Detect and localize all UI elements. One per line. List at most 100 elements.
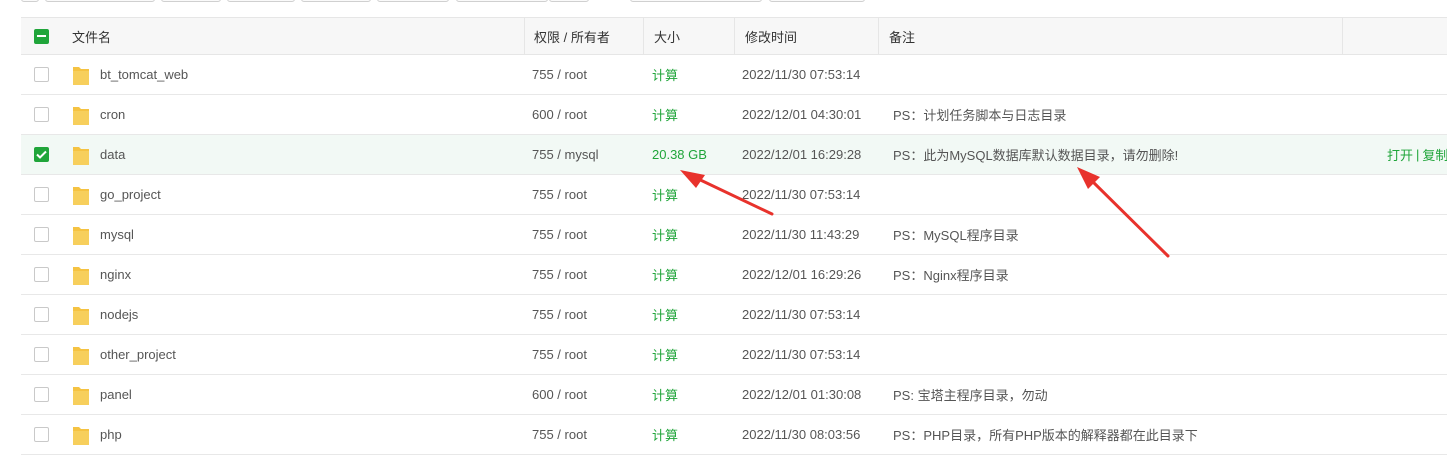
calc-size-link[interactable]: 计算 [652,215,678,254]
row-checkbox[interactable] [34,147,49,162]
perm-owner[interactable]: 755 / root [532,335,587,374]
toolbar [0,0,1447,4]
calc-size-link[interactable]: 计算 [652,335,678,374]
toolbar-button[interactable] [549,0,589,2]
toolbar-button[interactable] [21,0,39,2]
row-checkbox[interactable] [34,187,49,202]
file-name[interactable]: bt_tomcat_web [100,67,188,82]
row-checkbox-cell[interactable] [34,335,49,374]
note-text[interactable]: PS：MySQL程序目录 [893,215,1019,254]
file-name-cell[interactable]: mysql [72,215,134,254]
row-checkbox[interactable] [34,307,49,322]
row-checkbox[interactable] [34,427,49,442]
table-row[interactable]: cron 600 / root 计算 2022/12/01 04:30:01 PS：计划… [21,95,1447,135]
perm-owner[interactable]: 755 / root [532,175,587,214]
table-row[interactable]: panel 600 / root 计算 2022/12/01 01:30:08 PS: … [21,375,1447,415]
table-row[interactable]: data 755 / mysql 20.38 GB 2022/12/01 16:29:… [21,135,1447,175]
row-checkbox[interactable] [34,347,49,362]
row-checkbox-cell[interactable] [34,375,49,414]
file-name[interactable]: mysql [100,227,134,242]
header-size[interactable]: 大小 [654,18,680,54]
table-row[interactable]: go_project 755 / root 计算 2022/11/30 07:53:1… [21,175,1447,215]
note-text[interactable]: PS：PHP目录，所有PHP版本的解释器都在此目录下 [893,415,1198,454]
table-row[interactable]: other_project 755 / root 计算 2022/11/30 07:5… [21,335,1447,375]
calc-size-link[interactable]: 计算 [652,255,678,294]
file-name-cell[interactable]: go_project [72,175,161,214]
row-checkbox[interactable] [34,227,49,242]
calc-size-link[interactable]: 计算 [652,415,678,454]
row-checkbox-cell[interactable] [34,215,49,254]
column-divider [734,18,735,54]
open-link[interactable]: 打开 [1387,145,1413,164]
toolbar-button[interactable] [769,0,865,2]
table-row[interactable]: nginx 755 / root 计算 2022/12/01 16:29:26 PS：N… [21,255,1447,295]
file-name-cell[interactable]: bt_tomcat_web [72,55,188,94]
calc-size-link[interactable]: 计算 [652,175,678,214]
header-perm-owner[interactable]: 权限 / 所有者 [534,18,610,54]
perm-owner[interactable]: 755 / root [532,215,587,254]
calc-size-link[interactable]: 计算 [652,375,678,414]
header-note[interactable]: 备注 [889,18,915,54]
perm-owner[interactable]: 755 / mysql [532,135,598,174]
row-checkbox[interactable] [34,267,49,282]
row-checkbox-cell[interactable] [34,255,49,294]
column-divider [878,18,879,54]
perm-owner[interactable]: 755 / root [532,415,587,454]
toolbar-button[interactable] [227,0,295,2]
file-name[interactable]: panel [100,387,132,402]
file-name-cell[interactable]: data [72,135,125,174]
folder-icon [72,184,90,206]
toolbar-button[interactable] [45,0,155,2]
perm-owner[interactable]: 755 / root [532,55,587,94]
table-row[interactable]: nodejs 755 / root 计算 2022/11/30 07:53:14 [21,295,1447,335]
select-all-cell[interactable] [34,18,49,54]
calc-size-link[interactable]: 计算 [652,55,678,94]
file-name-cell[interactable]: other_project [72,335,176,374]
row-checkbox-cell[interactable] [34,415,49,454]
toolbar-button[interactable] [630,0,762,2]
note-text[interactable]: PS：计划任务脚本与日志目录 [893,95,1066,134]
toolbar-button[interactable] [456,0,548,2]
perm-owner[interactable]: 600 / root [532,375,587,414]
row-checkbox-cell[interactable] [34,95,49,134]
file-name-cell[interactable]: php [72,415,122,454]
copy-link[interactable]: 复制 [1422,145,1447,164]
folder-icon [72,424,90,446]
perm-owner[interactable]: 755 / root [532,255,587,294]
header-mtime[interactable]: 修改时间 [745,18,797,54]
file-name[interactable]: cron [100,107,125,122]
row-checkbox-cell[interactable] [34,295,49,334]
header-name[interactable]: 文件名 [72,18,111,54]
file-name[interactable]: nginx [100,267,131,282]
toolbar-button[interactable] [301,0,371,2]
row-checkbox-cell[interactable] [34,135,49,174]
calc-size-link[interactable]: 计算 [652,95,678,134]
file-name-cell[interactable]: nodejs [72,295,138,334]
perm-owner[interactable]: 600 / root [532,95,587,134]
file-name[interactable]: other_project [100,347,176,362]
row-checkbox-cell[interactable] [34,175,49,214]
file-name-cell[interactable]: nginx [72,255,131,294]
note-text[interactable]: PS：此为MySQL数据库默认数据目录，请勿删除! [893,135,1178,174]
note-text[interactable]: PS：Nginx程序目录 [893,255,1009,294]
row-checkbox[interactable] [34,67,49,82]
table-row[interactable]: php 755 / root 计算 2022/11/30 08:03:56 PS：PHP… [21,415,1447,455]
table-row[interactable]: bt_tomcat_web 755 / root 计算 2022/11/30 07:5… [21,55,1447,95]
file-name[interactable]: nodejs [100,307,138,322]
row-checkbox[interactable] [34,387,49,402]
file-name-cell[interactable]: panel [72,375,132,414]
perm-owner[interactable]: 755 / root [532,295,587,334]
file-name[interactable]: php [100,427,122,442]
file-name-cell[interactable]: cron [72,95,125,134]
row-checkbox[interactable] [34,107,49,122]
file-name[interactable]: go_project [100,187,161,202]
toolbar-button[interactable] [377,0,449,2]
row-operations: 打开 | 复制 [1387,135,1447,174]
file-name[interactable]: data [100,147,125,162]
select-all-checkbox[interactable] [34,28,49,44]
row-checkbox-cell[interactable] [34,55,49,94]
table-row[interactable]: mysql 755 / root 计算 2022/11/30 11:43:29 PS：M… [21,215,1447,255]
note-text[interactable]: PS: 宝塔主程序目录，勿动 [893,375,1048,414]
toolbar-button[interactable] [161,0,221,2]
calc-size-link[interactable]: 计算 [652,295,678,334]
